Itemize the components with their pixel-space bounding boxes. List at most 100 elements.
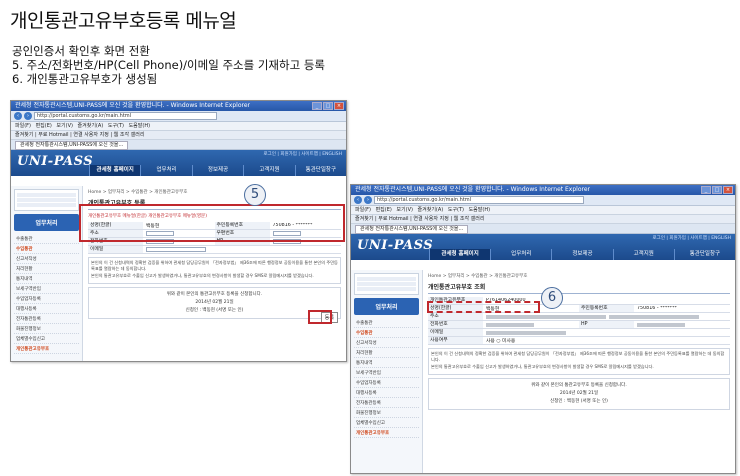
nav-info[interactable]: 정보제공: [551, 249, 612, 260]
sidebar-item[interactable]: 전자통관등록: [14, 314, 79, 324]
top-links[interactable]: 로그인 | 회원가입 | 사이트맵 | ENGLISH: [264, 151, 342, 157]
agree-signer: 신청인 : 백동현 (서명 또는 인): [185, 307, 244, 313]
close-icon[interactable]: ×: [723, 186, 733, 194]
notice-text: 본인의 통관고유부호로 수출입 신고가 발생하였거나, 통관고유부호의 변경사항…: [91, 273, 314, 278]
form-highlight-box: [79, 204, 345, 242]
back-icon[interactable]: ‹: [354, 196, 362, 204]
sidebar-title: 업무처리: [14, 214, 79, 231]
agreement-box: 위와 같이 본인의 통관고유부호 등록을 신청합니다. 2014년 02월 21…: [428, 377, 730, 410]
nav-support[interactable]: 고객지원: [612, 249, 674, 260]
nav-business[interactable]: 업무처리: [140, 165, 191, 176]
login-box: [354, 273, 419, 295]
agreement-box: 위와 같이 본인의 통관고유부호 등록을 신청합니다. 2014년 02월 21…: [88, 286, 341, 319]
address-bar: ‹ › http://portal.customs.go.kr/main.htm…: [11, 111, 346, 122]
nav-business[interactable]: 업무처리: [490, 249, 551, 260]
window-controls: _ □ ×: [701, 186, 733, 194]
field-label: 전화번호: [428, 321, 483, 328]
usage-radio[interactable]: 사용 ○ 미사용: [483, 337, 730, 344]
address-value: [483, 314, 730, 319]
phone-value: [483, 322, 579, 327]
nav-single-window[interactable]: 통관단일창구: [294, 165, 346, 176]
slide-title: 개인통관고유부호등록 메뉴얼: [10, 10, 237, 32]
sidebar-item[interactable]: 개인통관고유부호: [354, 428, 419, 438]
sidebar-title: 업무처리: [354, 298, 419, 315]
form-row-email: 이메일: [88, 246, 341, 254]
sidebar-item[interactable]: 업체별수입신고: [14, 334, 79, 344]
sidebar-item[interactable]: 수출통관: [354, 318, 419, 328]
nav-customs-home[interactable]: 관세청 홈페이지: [429, 249, 491, 260]
sidebar-item[interactable]: 보세구역반입: [354, 368, 419, 378]
breadcrumb: Home > 업무처리 > 수입통관 > 개인통관고유부호: [88, 190, 188, 195]
email-field[interactable]: [143, 247, 341, 252]
slide-description: 공인인증서 확인후 화면 전환 5. 주소/전화번호/HP(Cell Phone…: [12, 44, 325, 86]
sidebar-item[interactable]: 화물진행정보: [354, 408, 419, 418]
favorites-bar[interactable]: 즐겨찾기 | 무료 Hotmail | 연결 사용자 지정 | 웹 조각 갤러리: [351, 215, 735, 224]
field-label: 이메일: [428, 329, 483, 336]
sidebar: 업무처리 수출통관 수입통관 신고서작성 처리현황 통지내역 보세구역반입 수입…: [351, 270, 423, 473]
maximize-icon[interactable]: □: [712, 186, 722, 194]
sidebar-item[interactable]: 수출통관: [14, 234, 79, 244]
field-label: 이메일: [88, 246, 143, 253]
field-label: HP: [579, 321, 634, 328]
nav-info[interactable]: 정보제공: [191, 165, 243, 176]
sidebar-item[interactable]: 신고서작성: [14, 254, 79, 264]
tab-bar: 관세청 전자통관시스템,UNI-PASS에 오신 것을...: [351, 224, 735, 234]
sidebar-item[interactable]: 신고서작성: [354, 338, 419, 348]
maximize-icon[interactable]: □: [323, 102, 333, 110]
main-nav: 관세청 홈페이지 업무처리 정보제공 고객지원 통관단일창구: [89, 165, 346, 176]
resident-number-value: 750816 - *******: [637, 306, 677, 311]
browser-tab[interactable]: 관세청 전자통관시스템,UNI-PASS에 오신 것을...: [355, 225, 469, 234]
uni-pass-logo[interactable]: UNI-PASS: [17, 154, 93, 169]
favorites-bar[interactable]: 즐겨찾기 | 무료 Hotmail | 연결 사용자 지정 | 웹 조각 갤러리: [11, 131, 346, 140]
forward-icon[interactable]: ›: [24, 112, 32, 120]
sidebar-item[interactable]: 통지내역: [354, 358, 419, 368]
agree-signer: 신청인 : 백동현 (서명 또는 인): [550, 398, 608, 404]
minimize-icon[interactable]: _: [312, 102, 322, 110]
uni-pass-logo[interactable]: UNI-PASS: [357, 238, 433, 253]
sidebar-item[interactable]: 화물진행정보: [14, 324, 79, 334]
sidebar-item[interactable]: 전자통관등록: [354, 398, 419, 408]
sidebar-item[interactable]: 통지내역: [14, 274, 79, 284]
top-links[interactable]: 로그인 | 회원가입 | 사이트맵 | ENGLISH: [653, 235, 731, 241]
hp-value: [634, 322, 730, 327]
sidebar-item[interactable]: 수입업자등록: [14, 294, 79, 304]
portal-header: UNI-PASS 로그인 | 회원가입 | 사이트맵 | ENGLISH 관세청…: [351, 234, 735, 260]
forward-icon[interactable]: ›: [364, 196, 372, 204]
step-6-callout: 6: [541, 287, 563, 309]
url-input[interactable]: http://portal.customs.go.kr/main.html: [374, 196, 584, 204]
consent-notice: 본인의 이 건 신청내역의 정확한 검증을 위하여 관세청 담당공무원이 「전자…: [428, 348, 730, 375]
sidebar-item[interactable]: 처리현황: [14, 264, 79, 274]
sidebar-item[interactable]: 보세구역반입: [14, 284, 79, 294]
minimize-icon[interactable]: _: [701, 186, 711, 194]
address-bar: ‹ › http://portal.customs.go.kr/main.htm…: [351, 195, 735, 206]
agree-text: 위와 같이 본인의 통관고유부호 등록을 신청합니다.: [166, 291, 263, 297]
breadcrumb: Home > 업무처리 > 수입통관 > 개인통관고유부호: [428, 274, 528, 279]
menu-bar[interactable]: 파일(F) 편집(E) 보기(V) 즐겨찾기(A) 도구(T) 도움말(H): [11, 122, 346, 131]
sidebar-item[interactable]: 개인통관고유부호: [14, 344, 79, 354]
agree-date: 2014년 02월 21일: [195, 299, 234, 305]
sidebar-item[interactable]: 수입업자등록: [354, 378, 419, 388]
nav-support[interactable]: 고객지원: [243, 165, 294, 176]
window-title: 관세청 전자통관시스템,UNI-PASS에 오신 것을 환영합니다. - Win…: [351, 185, 735, 195]
sidebar-item[interactable]: 처리현황: [354, 348, 419, 358]
close-icon[interactable]: ×: [334, 102, 344, 110]
desc-line-2: 5. 주소/전화번호/HP(Cell Phone)/이메일 주소를 기재하고 등…: [12, 58, 325, 72]
menu-bar[interactable]: 파일(F) 편집(E) 보기(V) 즐겨찾기(A) 도구(T) 도움말(H): [351, 206, 735, 215]
nav-single-window[interactable]: 통관단일창구: [673, 249, 735, 260]
form-row-phone: 전화번호 HP: [428, 321, 730, 329]
agree-text: 위와 같이 본인의 통관고유부호 등록을 신청합니다.: [531, 382, 627, 388]
sidebar-item[interactable]: 수입통관: [354, 328, 419, 338]
form-row-email: 이메일: [428, 329, 730, 337]
url-input[interactable]: http://portal.customs.go.kr/main.html: [34, 112, 217, 120]
nav-customs-home[interactable]: 관세청 홈페이지: [89, 165, 141, 176]
sidebar-item[interactable]: 대행사등록: [354, 388, 419, 398]
sidebar-item[interactable]: 대행사등록: [14, 304, 79, 314]
sidebar-item[interactable]: 업체별수입신고: [354, 418, 419, 428]
sidebar-item[interactable]: 수입통관: [14, 244, 79, 254]
desc-line-3: 6. 개인통관고유부호가 생성됨: [12, 72, 158, 86]
back-icon[interactable]: ‹: [14, 112, 22, 120]
window-controls: _ □ ×: [312, 102, 344, 110]
email-value: [483, 330, 730, 335]
browser-tab[interactable]: 관세청 전자통관시스템,UNI-PASS에 오신 것을...: [15, 141, 129, 150]
login-box: [14, 189, 79, 211]
